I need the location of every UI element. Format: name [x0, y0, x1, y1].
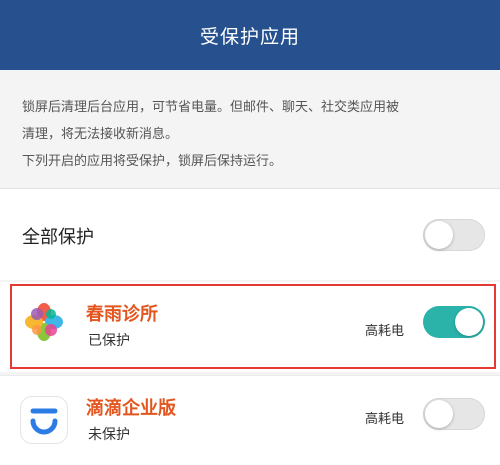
- page-title: 受保护应用: [199, 25, 300, 48]
- description-line: 清理，将无法接收新消息。: [22, 127, 179, 142]
- app-protect-toggle[interactable]: [423, 306, 485, 338]
- app-status: 已保护: [88, 333, 130, 349]
- app-row-didi[interactable]: 滴滴企业版 未保护 高耗电: [0, 375, 500, 465]
- app-row-chunyu[interactable]: 春雨诊所 已保护 高耗电: [0, 282, 500, 372]
- app-protect-toggle[interactable]: [423, 398, 485, 430]
- toggle-knob: [455, 308, 483, 336]
- toggle-knob: [425, 400, 453, 428]
- power-tag: 高耗电: [365, 412, 405, 427]
- app-name: 滴滴企业版: [86, 398, 176, 419]
- power-tag: 高耗电: [365, 324, 405, 339]
- description-panel: 锁屏后清理后台应用，可节省电量。但邮件、聊天、社交类应用被 清理，将无法接收新消…: [0, 70, 500, 188]
- app-status: 未保护: [88, 427, 130, 443]
- description-line: 下列开启的应用将受保护，锁屏后保持运行。: [22, 154, 283, 169]
- protect-all-row: 全部保护: [0, 188, 500, 280]
- description-line: 锁屏后清理后台应用，可节省电量。但邮件、聊天、社交类应用被: [22, 100, 400, 115]
- didi-logo-icon: [20, 396, 68, 444]
- toggle-knob: [425, 221, 453, 249]
- app-name: 春雨诊所: [86, 304, 158, 325]
- protect-all-label: 全部保护: [22, 227, 94, 248]
- chunyu-petal-icon: [20, 298, 68, 346]
- protect-all-toggle[interactable]: [423, 219, 485, 251]
- app-header: 受保护应用: [0, 0, 500, 70]
